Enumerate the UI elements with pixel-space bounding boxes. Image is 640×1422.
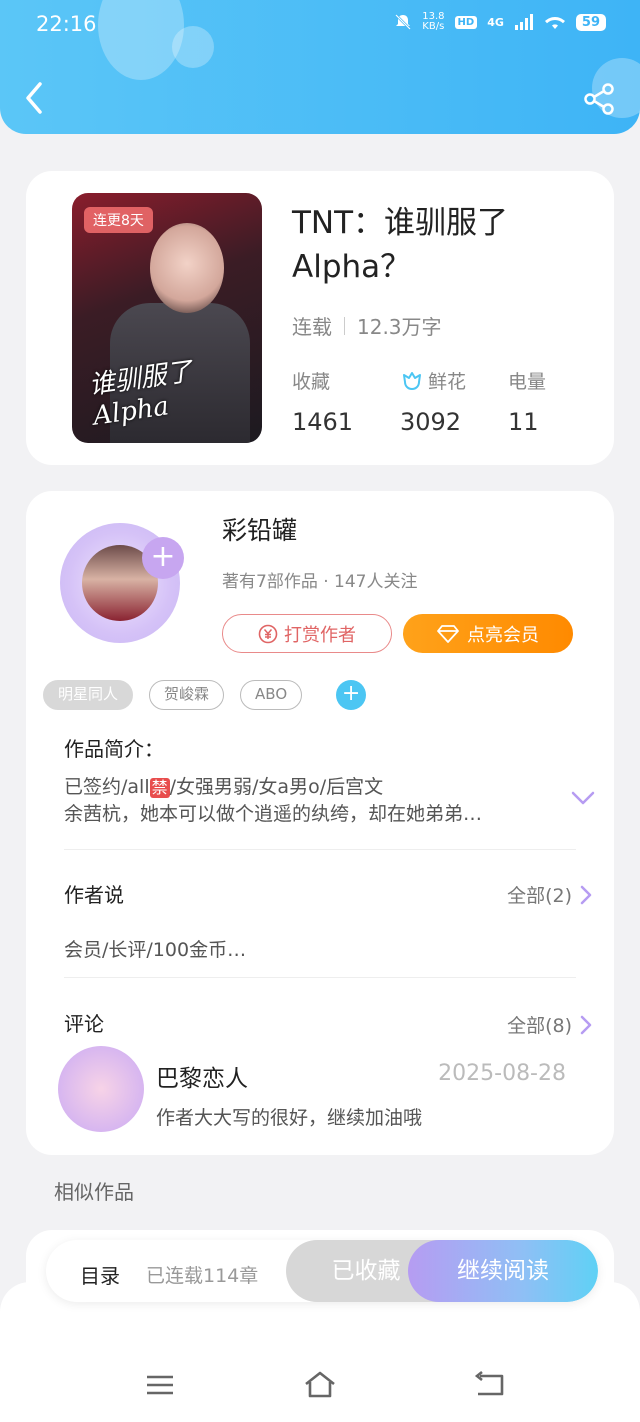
comment-text[interactable]: 作者大大写的很好，继续加油哦 — [156, 1103, 422, 1130]
follow-plus-icon[interactable]: + — [142, 537, 184, 579]
tip-author-button[interactable]: 打赏作者 — [222, 614, 392, 653]
system-nav-bar — [0, 1282, 640, 1422]
intro-line1-prefix: 已签约/all — [64, 776, 150, 798]
tag-item[interactable]: 贺峻霖 — [149, 680, 225, 710]
meta-divider — [344, 316, 345, 335]
stat-label: 收藏 — [292, 371, 331, 393]
stat-value: 11 — [508, 408, 539, 436]
author-stats: 著有7部作品 · 147人关注 — [222, 572, 418, 592]
tag-item[interactable]: 明星同人 — [43, 680, 134, 710]
author-name[interactable]: 彩铅罐 — [222, 511, 297, 547]
flower-icon — [403, 371, 421, 390]
book-info-card: 谁驯服了 Alpha 连更8天 TNT：谁驯服了Alpha？ 连载 12.3万字… — [26, 171, 614, 465]
chevron-right-icon — [580, 885, 592, 904]
back-nav-icon[interactable] — [472, 1370, 506, 1400]
stat-flowers[interactable]: 鲜花 3092 — [400, 367, 508, 436]
tip-label: 打赏作者 — [284, 624, 356, 646]
divider — [64, 849, 576, 850]
all-link-label: 全部(2) — [507, 885, 572, 907]
stat-favorites[interactable]: 收藏 1461 — [292, 367, 400, 436]
wifi-icon — [544, 17, 565, 29]
status-icons: 13.8 KB/s HD 4G 59 — [394, 12, 606, 32]
chapter-count[interactable]: 已连载114章 — [146, 1261, 258, 1288]
battery-indicator: 59 — [575, 13, 606, 31]
diamond-icon — [437, 624, 459, 643]
tag-item[interactable]: ABO — [240, 680, 303, 710]
status-time: 22:16 — [36, 12, 97, 36]
book-cover[interactable]: 谁驯服了 Alpha 连更8天 — [72, 193, 262, 443]
author-says-all-link[interactable]: 全部(2) — [507, 881, 592, 908]
update-streak-badge: 连更8天 — [84, 207, 153, 233]
intro-heading: 作品简介： — [64, 737, 164, 761]
author-says-text[interactable]: 会员/长评/100金币… — [64, 935, 246, 962]
commenter-name[interactable]: 巴黎恋人 — [156, 1059, 248, 1093]
comments-all-link[interactable]: 全部(8) — [507, 1011, 592, 1038]
serial-status: 连载 — [292, 315, 332, 339]
signal-4g: 4G — [487, 15, 504, 29]
vip-button[interactable]: 点亮会员 — [403, 614, 573, 653]
stat-power[interactable]: 电量 11 — [508, 367, 616, 436]
comment-date: 2025-08-28 — [438, 1061, 566, 1086]
action-bar: 目录 已连载114章 已收藏 继续阅读 — [46, 1240, 598, 1302]
chevron-right-icon — [580, 1015, 592, 1034]
menu-icon[interactable] — [143, 1370, 177, 1400]
commenter-avatar[interactable] — [58, 1046, 144, 1132]
ban-badge: 禁 — [149, 778, 170, 798]
intro-line2: 余茜杭，她本可以做个逍遥的纨绔，却在她弟弟… — [64, 803, 483, 825]
chevron-down-icon[interactable] — [570, 789, 596, 807]
all-link-label: 全部(8) — [507, 1015, 572, 1037]
detail-card: + 彩铅罐 著有7部作品 · 147人关注 打赏作者 点亮会员 明星同人 贺峻霖… — [26, 491, 614, 1155]
mute-bell-icon — [395, 14, 412, 30]
vip-label: 点亮会员 — [467, 624, 539, 646]
stat-label: 电量 — [508, 371, 547, 393]
continue-reading-button[interactable]: 继续阅读 — [408, 1240, 598, 1302]
word-count: 12.3万字 — [357, 315, 442, 339]
tag-list: 明星同人 贺峻霖 ABO + — [43, 680, 367, 710]
stat-value: 1461 — [292, 408, 354, 436]
author-avatar[interactable]: + — [54, 513, 186, 645]
comments-heading: 评论 — [64, 1012, 104, 1036]
header: 22:16 13.8 KB/s HD 4G 59 — [0, 0, 640, 134]
stat-value: 3092 — [400, 408, 462, 436]
cover-figure-face — [150, 223, 224, 313]
book-stats: 收藏 1461 鲜花 3092 电量 11 — [292, 367, 616, 436]
book-title: TNT：谁驯服了Alpha？ — [292, 205, 509, 285]
yen-coin-icon — [258, 624, 278, 643]
status-bar: 22:16 13.8 KB/s HD 4G 59 — [0, 0, 640, 50]
add-tag-icon[interactable]: + — [336, 680, 367, 710]
author-says-heading: 作者说 — [64, 883, 124, 907]
toc-button[interactable]: 目录 — [80, 1260, 120, 1289]
divider — [64, 977, 576, 978]
back-button[interactable] — [20, 78, 50, 118]
net-speed: 13.8 KB/s — [422, 11, 445, 32]
intro-line1-suffix: /女强男弱/女a男o/后宫文 — [169, 776, 384, 798]
book-meta: 连载 12.3万字 — [292, 311, 442, 340]
stat-label: 鲜花 — [428, 371, 467, 393]
similar-works-heading: 相似作品 — [54, 1180, 134, 1204]
share-icon[interactable] — [582, 82, 616, 116]
intro-text[interactable]: 已签约/all 禁/女强男弱/女a男o/后宫文 余茜杭，她本可以做个逍遥的纨绔，却… — [64, 774, 544, 828]
hd-badge: HD — [454, 15, 478, 29]
home-icon[interactable] — [303, 1370, 337, 1400]
signal-bars-icon — [514, 14, 533, 30]
